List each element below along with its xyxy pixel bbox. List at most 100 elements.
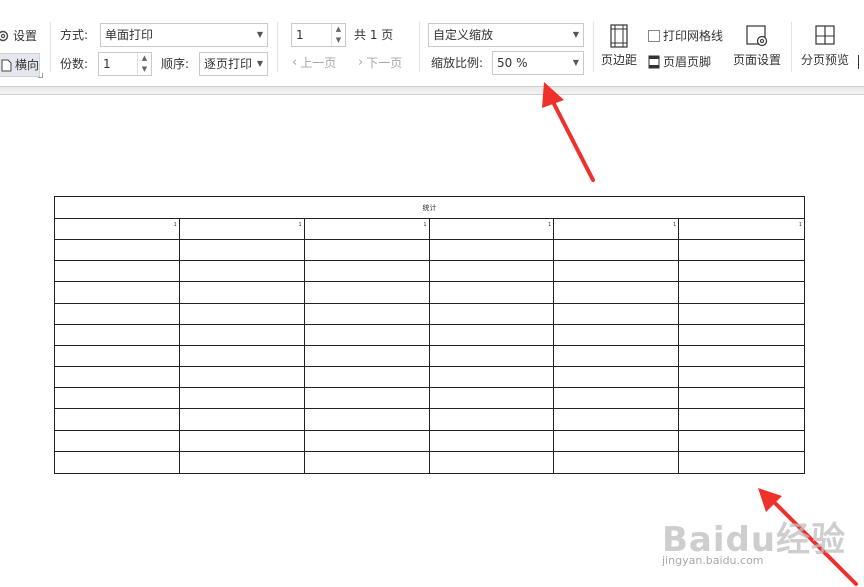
sheet-grid: 111111: [55, 219, 804, 473]
table-cell: [179, 261, 305, 283]
print-mode-select[interactable]: 单面打印 ▼: [100, 23, 268, 47]
table-cell: [304, 367, 430, 389]
header-cell: 1: [429, 219, 555, 241]
spin-down-icon[interactable]: ▼: [138, 64, 151, 75]
page-spin[interactable]: ▲ ▼: [331, 24, 345, 46]
header-footer-button[interactable]: 页眉页脚: [648, 53, 711, 71]
next-page-label: 下一页: [366, 56, 403, 70]
mode-label: 方式:: [60, 28, 89, 42]
table-cell: [179, 282, 305, 304]
copies-spin[interactable]: ▲ ▼: [137, 53, 151, 75]
table-cell: [305, 451, 430, 473]
group-expand-corner[interactable]: [38, 73, 43, 78]
table-cell: [429, 388, 555, 410]
table-cell: [554, 409, 680, 431]
header-cell: 1: [304, 219, 430, 241]
toolbar-divider: [0, 86, 864, 95]
zoom-ratio-select[interactable]: 50 % ▼: [492, 51, 584, 75]
table-cell: [554, 430, 680, 452]
page-number-input[interactable]: 1 ▲ ▼: [291, 23, 346, 47]
checkbox-icon[interactable]: [648, 30, 660, 42]
table-cell: [180, 451, 305, 473]
table-cell: [55, 261, 180, 283]
zoom-mode-value: 自定义缩放: [433, 28, 494, 42]
page-number-value: 1: [296, 28, 304, 42]
order-label: 顺序:: [161, 57, 190, 71]
print-preview-toolbar: 设置 横向 方式: 单面打印 ▼ 份数: 1 ▲ ▼ 顺序: 逐页打印 ▼ 1 …: [0, 0, 864, 86]
table-cell: [554, 324, 680, 346]
header-footer-label: 页眉页脚: [663, 55, 712, 69]
table-cell: [179, 367, 305, 389]
copies-label: 份数:: [60, 57, 89, 71]
table-cell: [429, 303, 555, 325]
table-cell: [679, 325, 804, 346]
table-cell: [554, 367, 680, 389]
print-gridlines-label: 打印网格线: [663, 29, 724, 43]
prev-page-button[interactable]: ‹ 上一页: [292, 54, 336, 71]
print-gridlines-checkbox[interactable]: 打印网格线: [648, 27, 723, 45]
page-break-preview-button[interactable]: 分页预览: [798, 24, 852, 68]
gear-icon: [0, 30, 9, 42]
table-cell: [429, 430, 555, 452]
table-cell: [55, 324, 180, 346]
page-total: 共 1 页: [354, 28, 394, 42]
table-cell: [304, 388, 430, 410]
table-cell: [679, 240, 804, 262]
table-cell: [429, 409, 555, 431]
table-cell: [554, 261, 680, 283]
spin-up-icon[interactable]: ▲: [332, 24, 345, 35]
print-order-value: 逐页打印: [204, 57, 253, 71]
header-cell: 1: [55, 219, 180, 241]
table-cell: [429, 367, 555, 389]
table-cell: [179, 240, 305, 262]
table-cell: [679, 261, 804, 283]
table-cell: [179, 388, 305, 410]
spin-up-icon[interactable]: ▲: [138, 53, 151, 64]
table-cell: [554, 451, 680, 473]
settings-button[interactable]: 设置: [0, 27, 37, 45]
table-cell: [55, 240, 180, 262]
landscape-button[interactable]: 横向: [0, 53, 40, 77]
separator: [791, 22, 792, 72]
copies-value: 1: [103, 57, 111, 71]
table-cell: [304, 261, 430, 283]
table-cell: [55, 345, 180, 368]
page-break-preview-label: 分页预览: [800, 53, 849, 67]
clipped-next-button[interactable]: [858, 55, 864, 69]
chevron-down-icon: ▼: [572, 30, 579, 39]
table-cell: [679, 431, 804, 452]
chevron-left-icon: ‹: [292, 55, 298, 70]
page-icon: [1, 59, 12, 71]
table-cell: [55, 388, 180, 410]
table-cell: [554, 240, 680, 262]
print-preview-sheet: 统计 111111: [54, 196, 805, 474]
baidu-watermark: Baidu经验 jingyan.baidu.com: [662, 512, 846, 567]
table-cell: [679, 346, 804, 368]
spin-down-icon[interactable]: ▼: [332, 35, 345, 46]
table-cell: [304, 240, 430, 262]
table-cell: [55, 409, 180, 431]
table-cell: [304, 409, 430, 431]
separator: [593, 22, 594, 72]
chevron-down-icon: ▼: [572, 58, 579, 67]
table-cell: [304, 324, 430, 346]
table-cell: [55, 430, 180, 452]
table-cell: [304, 303, 430, 325]
copies-stepper[interactable]: 1 ▲ ▼: [98, 52, 152, 76]
sheet-title: 统计: [55, 197, 804, 219]
margins-label: 页边距: [600, 53, 637, 67]
table-cell: [554, 345, 680, 368]
print-mode-value: 单面打印: [105, 28, 154, 42]
page-setup-button[interactable]: 页面设置: [730, 24, 784, 68]
table-cell: [304, 345, 430, 368]
print-order-select[interactable]: 逐页打印 ▼: [199, 52, 268, 76]
page-setup-label: 页面设置: [732, 53, 781, 67]
next-page-button[interactable]: › 下一页: [358, 54, 402, 71]
zoom-mode-select[interactable]: 自定义缩放 ▼: [428, 23, 584, 47]
table-cell: [679, 409, 804, 431]
table-cell: [304, 282, 430, 304]
margins-button[interactable]: 页边距: [599, 24, 639, 68]
table-cell: [179, 345, 305, 368]
table-cell: [554, 388, 680, 410]
prev-page-label: 上一页: [300, 56, 337, 70]
